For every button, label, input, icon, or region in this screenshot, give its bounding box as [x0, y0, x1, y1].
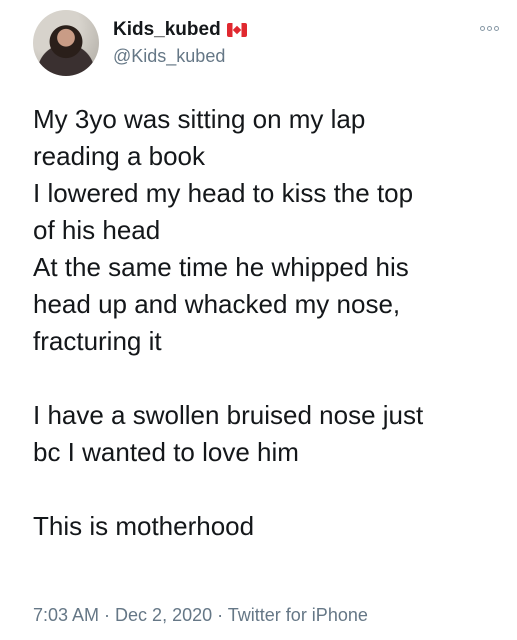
- tweet-text: My 3yo was sitting on my lap reading a b…: [33, 101, 503, 545]
- dot-icon: [480, 26, 485, 31]
- canada-flag-icon: [226, 23, 247, 37]
- dot-icon: [494, 26, 499, 31]
- tweet-card: Kids_kubed @Kids_kubed My 3yo was sittin…: [0, 0, 517, 640]
- tweet-paragraph: This is motherhood: [33, 511, 255, 541]
- more-options-icon[interactable]: [480, 26, 499, 31]
- meta-separator: ·: [99, 605, 116, 625]
- tweet-source[interactable]: Twitter for iPhone: [228, 605, 368, 625]
- tweet-date[interactable]: Dec 2, 2020: [115, 605, 212, 625]
- handle[interactable]: @Kids_kubed: [113, 44, 247, 68]
- author-names: Kids_kubed @Kids_kubed: [113, 18, 247, 68]
- dot-icon: [487, 26, 492, 31]
- tweet-header: Kids_kubed @Kids_kubed: [33, 10, 247, 76]
- display-name-row: Kids_kubed: [113, 18, 247, 42]
- tweet-time[interactable]: 7:03 AM: [33, 605, 99, 625]
- tweet-paragraph: I have a swollen bruised nose just bc I …: [33, 400, 424, 467]
- avatar[interactable]: [33, 10, 99, 76]
- meta-separator: ·: [212, 605, 228, 625]
- tweet-paragraph: My 3yo was sitting on my lap reading a b…: [33, 104, 414, 356]
- display-name[interactable]: Kids_kubed: [113, 18, 221, 42]
- tweet-meta: 7:03 AM · Dec 2, 2020 · Twitter for iPho…: [33, 603, 368, 627]
